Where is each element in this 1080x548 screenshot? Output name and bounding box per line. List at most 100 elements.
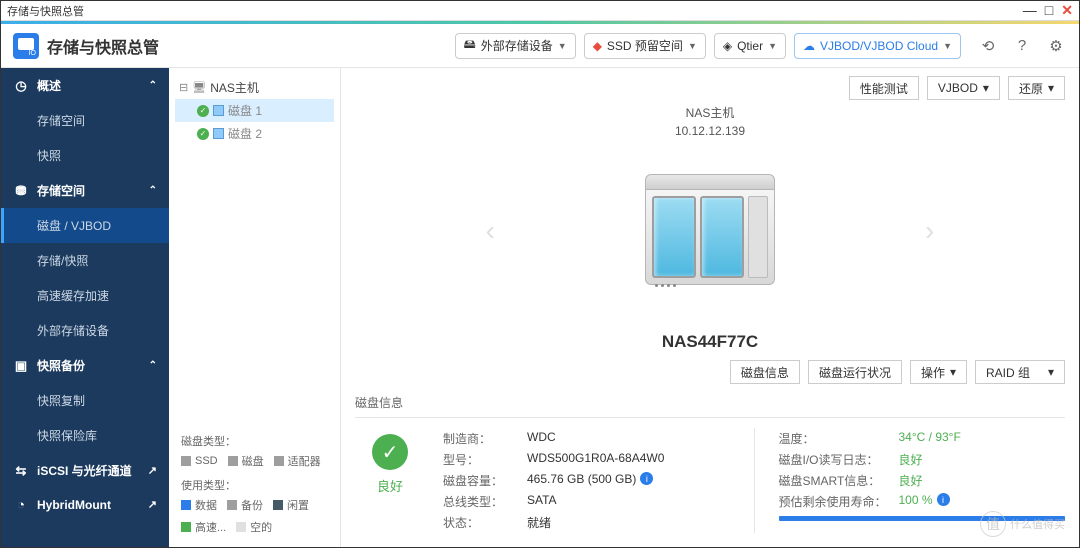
next-device-arrow[interactable]: ›	[815, 195, 1044, 267]
nas-icon: 🖥	[192, 81, 206, 94]
vjbod-dropdown[interactable]: VJBOD▾	[927, 76, 1000, 100]
vertical-divider	[754, 428, 755, 533]
app-title: 存储与快照总管	[47, 34, 159, 58]
sidebar-group-snapshot-backup[interactable]: ▣快照备份⌃	[1, 348, 169, 383]
external-link-icon: ↗	[148, 498, 157, 511]
external-storage-button[interactable]: 🖴外部存储设备▼	[455, 33, 576, 59]
status-ok-icon: ✓	[197, 105, 209, 117]
legend-disk-type-title: 磁盘类型：	[181, 433, 328, 449]
sidebar-item-disk-vjbod[interactable]: 磁盘 / VJBOD	[1, 208, 169, 243]
sidebar-item-snapshot[interactable]: 快照	[1, 138, 169, 173]
perf-test-button[interactable]: 性能测试	[849, 76, 919, 100]
qtier-icon: ◈	[723, 39, 732, 53]
life-value: 100 %	[899, 493, 933, 510]
tree-disk-2[interactable]: ✓磁盘 2	[175, 122, 334, 145]
ssd-icon: ◆	[593, 39, 602, 53]
disk-icon	[213, 128, 224, 139]
io-log-label: 磁盘I/O读写日志：	[779, 451, 899, 468]
chevron-down-icon: ▼	[768, 41, 777, 51]
help-icon[interactable]: ?	[1011, 35, 1033, 57]
legend-item: 数据	[181, 497, 217, 513]
ssd-reserve-button[interactable]: ◆SSD 预留空间▼	[584, 33, 706, 59]
device-host-label: NAS主机	[355, 104, 1065, 122]
capacity-label: 磁盘容量：	[443, 472, 527, 489]
sidebar-group-storage[interactable]: ⛃存储空间⌃	[1, 173, 169, 208]
chevron-down-icon: ▼	[688, 41, 697, 51]
chevron-up-icon: ⌃	[149, 80, 157, 91]
legend-item: SSD	[181, 453, 218, 469]
legend-item: 磁盘	[228, 453, 264, 469]
life-label: 预估剩余使用寿命：	[779, 493, 899, 510]
status-ok-icon: ✓	[197, 128, 209, 140]
nas-device-graphic[interactable]	[645, 174, 775, 289]
close-icon[interactable]: ✕	[1061, 2, 1073, 19]
io-log-value: 良好	[899, 451, 923, 468]
device-host-ip: 10.12.12.139	[355, 122, 1065, 140]
sidebar-group-overview[interactable]: ◷概述⌃	[1, 68, 169, 103]
chevron-down-icon: ▾	[1048, 365, 1054, 379]
hybrid-icon: ◔	[13, 497, 29, 512]
legend-item: 高速...	[181, 519, 226, 535]
model-value: WDS500G1R0A-68A4W0	[527, 451, 664, 468]
qtier-button[interactable]: ◈Qtier▼	[714, 33, 786, 59]
sidebar-item-storage-space[interactable]: 存储空间	[1, 103, 169, 138]
sidebar-item-cache-accel[interactable]: 高速缓存加速	[1, 278, 169, 313]
sidebar-item-storage-snapshot[interactable]: 存储/快照	[1, 243, 169, 278]
bay-2[interactable]	[700, 196, 744, 278]
model-label: 型号：	[443, 451, 527, 468]
temp-label: 温度：	[779, 430, 899, 447]
sidebar-item-snapshot-replica[interactable]: 快照复制	[1, 383, 169, 418]
state-label: 状态：	[443, 514, 527, 531]
gauge-icon: ◷	[13, 78, 29, 94]
info-icon[interactable]: i	[937, 493, 950, 506]
vjbod-cloud-button[interactable]: ☁VJBOD/VJBOD Cloud▼	[794, 33, 961, 59]
fiber-icon: ⇆	[13, 463, 29, 479]
storage-icon: ⛃	[13, 183, 29, 199]
watermark: 值什么值得买	[980, 511, 1065, 537]
minimize-icon[interactable]: —	[1023, 2, 1037, 19]
app-icon	[13, 33, 39, 59]
capacity-value: 465.76 GB (500 GB)	[527, 472, 636, 489]
prev-device-arrow[interactable]: ‹	[376, 195, 605, 267]
chevron-down-icon: ▾	[950, 365, 956, 379]
bus-label: 总线类型：	[443, 493, 527, 510]
legend: 磁盘类型： SSD磁盘适配器 使用类型： 数据备份闲置高速...空的	[175, 419, 334, 539]
smart-value: 良好	[899, 472, 923, 489]
settings-icon[interactable]: ⚙	[1045, 35, 1067, 57]
tree-disk-1[interactable]: ✓磁盘 1	[175, 99, 334, 122]
toolbar: 存储与快照总管 🖴外部存储设备▼ ◆SSD 预留空间▼ ◈Qtier▼ ☁VJB…	[1, 24, 1079, 68]
tab-raid-group[interactable]: RAID 组▾	[975, 360, 1065, 384]
sidebar-item-hybridmount[interactable]: ◔HybridMount↗	[1, 488, 169, 521]
device-header: NAS主机 10.12.12.139	[355, 104, 1065, 140]
legend-usage-title: 使用类型：	[181, 477, 328, 493]
content-area: 性能测试 VJBOD▾ 还原▾ NAS主机 10.12.12.139 ‹ › N…	[341, 68, 1079, 547]
section-divider	[355, 417, 1065, 418]
tab-disk-info[interactable]: 磁盘信息	[730, 360, 800, 384]
tab-disk-health[interactable]: 磁盘运行状况	[808, 360, 902, 384]
legend-item: 适配器	[274, 453, 321, 469]
window-titlebar: 存储与快照总管 — □ ✕	[1, 1, 1079, 21]
watermark-icon: 值	[980, 511, 1006, 537]
external-link-icon: ↗	[148, 464, 157, 477]
temp-value: 34°C / 93°F	[899, 430, 961, 447]
chevron-up-icon: ⌃	[149, 185, 157, 196]
tab-operate[interactable]: 操作▾	[910, 360, 967, 384]
sidebar-item-external-storage[interactable]: 外部存储设备	[1, 313, 169, 348]
chevron-down-icon: ▼	[943, 41, 952, 51]
refresh-icon[interactable]: ⟲	[977, 35, 999, 57]
chevron-down-icon: ▾	[1048, 81, 1054, 95]
smart-label: 磁盘SMART信息：	[779, 472, 899, 489]
disk-props-left: 制造商：WDC 型号：WDS500G1R0A-68A4W0 磁盘容量：465.7…	[443, 428, 730, 533]
section-title-disk-info: 磁盘信息	[355, 394, 1065, 411]
bay-1[interactable]	[652, 196, 696, 278]
legend-item: 备份	[227, 497, 263, 513]
tree-host[interactable]: ⊟🖥NAS主机	[175, 76, 334, 99]
maximize-icon[interactable]: □	[1045, 2, 1053, 19]
window-title: 存储与快照总管	[7, 3, 84, 19]
sidebar-item-snapshot-vault[interactable]: 快照保险库	[1, 418, 169, 453]
sidebar-item-iscsi[interactable]: ⇆iSCSI 与光纤通道↗	[1, 453, 169, 488]
info-icon[interactable]: i	[640, 472, 653, 485]
restore-dropdown[interactable]: 还原▾	[1008, 76, 1065, 100]
chevron-up-icon: ⌃	[149, 360, 157, 371]
drive-icon: 🖴	[464, 35, 476, 56]
